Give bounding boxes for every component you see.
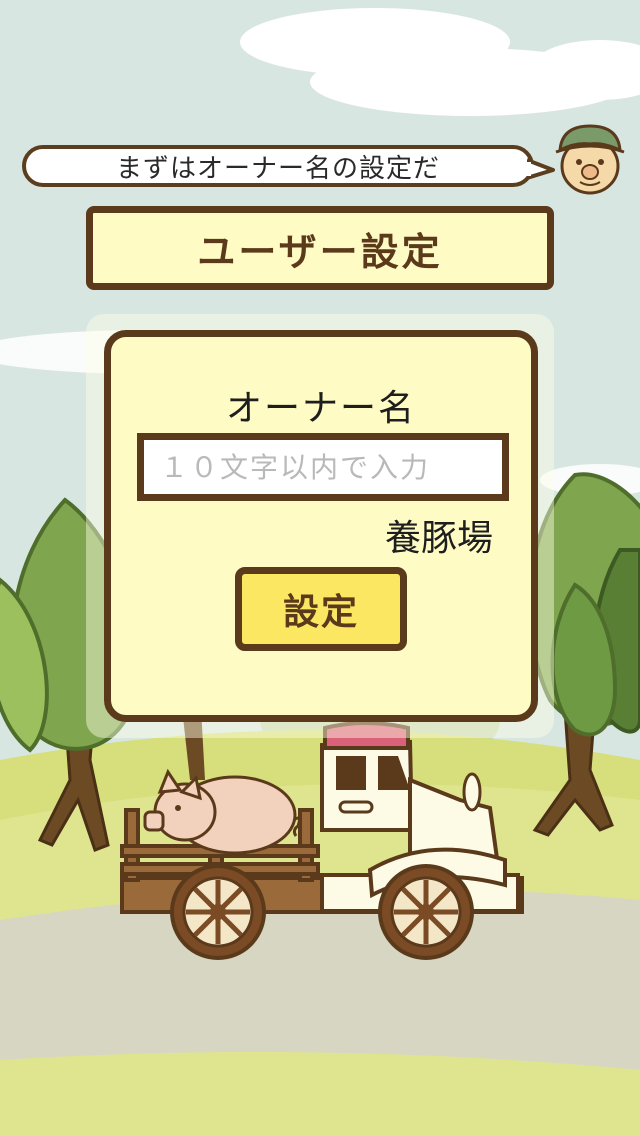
set-button[interactable]: 設定	[235, 567, 407, 651]
user-settings-dialog: オーナー名 養豚場 設定	[104, 330, 538, 722]
owner-name-input[interactable]	[137, 433, 509, 501]
owner-name-label: オーナー名	[225, 388, 416, 429]
guide-message: まずはオーナー名の設定だ	[115, 153, 440, 184]
guide-speech-bubble: まずはオーナー名の設定だ	[22, 145, 534, 187]
page-title: ユーザー設定	[86, 206, 554, 290]
farmer-icon	[555, 124, 625, 195]
page-title-text: ユーザー設定	[197, 229, 443, 274]
farm-suffix-label: 養豚場	[384, 518, 493, 559]
wheel	[378, 864, 474, 960]
app-screen: まずはオーナー名の設定だ ユーザー設定 オーナー名 養豚場 設定	[0, 0, 640, 1136]
wheel	[170, 864, 266, 960]
